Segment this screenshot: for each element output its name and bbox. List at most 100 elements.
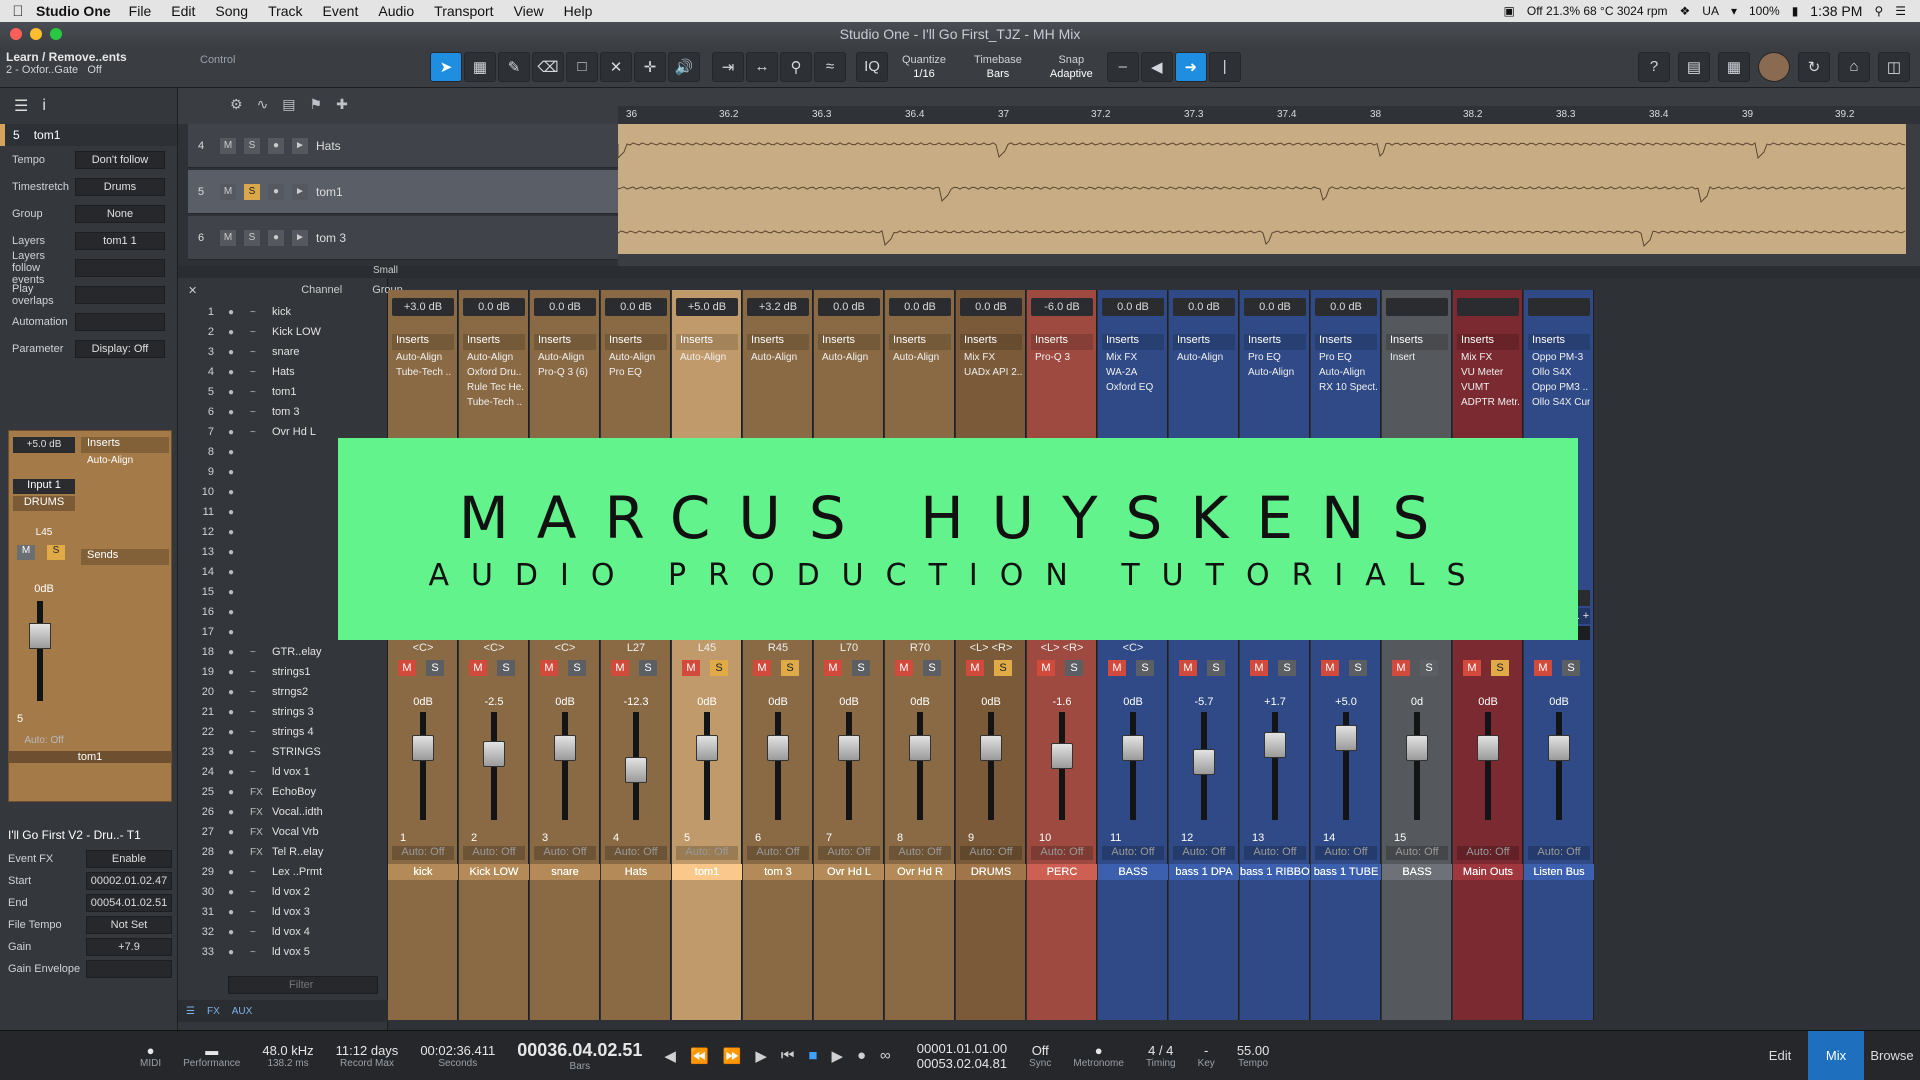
automation-mode[interactable]: Auto: Off: [534, 846, 596, 860]
info-icon[interactable]: i: [42, 97, 46, 115]
mute-button[interactable]: M: [895, 660, 913, 676]
automation-mode[interactable]: Auto: Off: [1244, 846, 1306, 860]
fader-cap[interactable]: [412, 735, 434, 761]
channel-list-item[interactable]: 5 ● ~ tom1: [178, 382, 387, 402]
insert-plugin[interactable]: Pro-Q 3 (6): [534, 367, 596, 382]
channel-list-item[interactable]: 28 ● FX Tel R..elay: [178, 842, 387, 862]
fader-cap[interactable]: [696, 735, 718, 761]
input-gain[interactable]: 0.0 dB: [1173, 298, 1235, 316]
snap-control[interactable]: Snap Adaptive: [1050, 54, 1093, 80]
fader-cap[interactable]: [554, 735, 576, 761]
insert-plugin[interactable]: Auto-Align: [392, 352, 454, 367]
channel-list-item[interactable]: 25 ● FX EchoBoy: [178, 782, 387, 802]
inserts-header[interactable]: Inserts: [605, 334, 667, 350]
insert-plugin[interactable]: Rule Tec He..: [463, 382, 525, 397]
insert-plugin[interactable]: UADx API 2..: [960, 367, 1022, 382]
range-tool-icon[interactable]: ▦: [464, 51, 496, 82]
eraser-tool-icon[interactable]: ⌫: [532, 51, 564, 82]
input-gain[interactable]: +3.2 dB: [747, 298, 809, 316]
event-row-value[interactable]: 00054.01.02.51: [86, 894, 172, 912]
loop-icon[interactable]: ∞: [880, 1047, 891, 1065]
minimize-icon[interactable]: [30, 28, 42, 40]
event-row-value[interactable]: [86, 960, 172, 978]
aux-toggle[interactable]: AUX: [232, 1006, 253, 1017]
channel-visibility-icon[interactable]: ●: [228, 667, 250, 678]
strip-fader-cap[interactable]: [29, 623, 51, 649]
quantize-control[interactable]: Quantize 1/16: [902, 54, 946, 80]
insert-plugin[interactable]: ADPTR Metr..: [1457, 397, 1519, 412]
strip-auto[interactable]: Auto: Off: [13, 735, 75, 746]
channel-visibility-icon[interactable]: ●: [228, 447, 250, 458]
channel-visibility-icon[interactable]: ●: [228, 727, 250, 738]
channel-visibility-icon[interactable]: ●: [228, 427, 250, 438]
dropbox-icon[interactable]: ❖: [1680, 4, 1691, 18]
insert-plugin[interactable]: VU Meter: [1457, 367, 1519, 382]
inspector-row-value[interactable]: None: [75, 204, 165, 223]
event-row-value[interactable]: 00002.01.02.47: [86, 872, 172, 890]
channel-visibility-icon[interactable]: ●: [228, 467, 250, 478]
snap-cursor-icon[interactable]: |: [1208, 51, 1241, 82]
channel-visibility-icon[interactable]: ●: [228, 787, 250, 798]
inserts-header[interactable]: Inserts: [1528, 334, 1590, 350]
track-solo-button[interactable]: S: [244, 183, 260, 200]
volume-fader[interactable]: [1396, 712, 1440, 824]
menu-edit[interactable]: Edit: [171, 3, 195, 19]
inserts-header[interactable]: Inserts: [818, 334, 880, 350]
channel-visibility-icon[interactable]: ●: [228, 767, 250, 778]
channel-name[interactable]: BASS: [1098, 864, 1168, 880]
insert-plugin[interactable]: RX 10 Spect..: [1315, 382, 1377, 397]
automation-mode[interactable]: Auto: Off: [747, 846, 809, 860]
mute-button[interactable]: M: [753, 660, 771, 676]
channel-list-item[interactable]: 22 ● ~ strings 4: [178, 722, 387, 742]
channel-visibility-icon[interactable]: ●: [228, 827, 250, 838]
insert-plugin[interactable]: Auto-Align: [676, 352, 738, 367]
strip-mute-button[interactable]: M: [17, 545, 35, 560]
insert-plugin[interactable]: Oppo PM3 ..: [1528, 382, 1590, 397]
channel-visibility-icon[interactable]: ●: [228, 647, 250, 658]
fader-cap[interactable]: [838, 735, 860, 761]
stretch-icon[interactable]: ↔: [746, 51, 778, 82]
menu-file[interactable]: File: [129, 3, 152, 19]
channel-visibility-icon[interactable]: ●: [228, 527, 250, 538]
inspector-row-value[interactable]: [75, 285, 165, 304]
wrench-icon[interactable]: ⚙: [230, 96, 243, 113]
solo-button[interactable]: S: [1491, 660, 1509, 676]
snap-icon[interactable]: ⇥: [712, 51, 744, 82]
strip-dest[interactable]: DRUMS: [13, 496, 75, 511]
insert-plugin[interactable]: Mix FX: [1102, 352, 1164, 367]
track-row-name[interactable]: tom 3: [316, 231, 346, 245]
channel-name[interactable]: tom1: [672, 864, 742, 880]
channel-list-item[interactable]: 18 ● ~ GTR..elay: [178, 642, 387, 662]
channel-name[interactable]: Kick LOW: [459, 864, 529, 880]
solo-button[interactable]: S: [568, 660, 586, 676]
solo-button[interactable]: S: [1136, 660, 1154, 676]
channel-visibility-icon[interactable]: ●: [228, 367, 250, 378]
insert-plugin[interactable]: Oxford Dru..: [463, 367, 525, 382]
wifi-icon[interactable]: ▾: [1731, 4, 1737, 18]
insert-plugin[interactable]: Auto-Align: [1315, 367, 1377, 382]
solo-button[interactable]: S: [639, 660, 657, 676]
automation-mode[interactable]: Auto: Off: [1315, 846, 1377, 860]
insert-plugin[interactable]: Tube-Tech ..: [463, 397, 525, 412]
volume-fader[interactable]: [544, 712, 588, 824]
time-signature[interactable]: 4 / 4 Timing: [1146, 1043, 1176, 1069]
tab-mix[interactable]: Mix: [1808, 1030, 1864, 1080]
timebase-control[interactable]: Timebase Bars: [974, 54, 1022, 80]
forward-icon[interactable]: ⏩: [723, 1047, 742, 1065]
channel-visibility-icon[interactable]: ●: [228, 607, 250, 618]
automation-icon[interactable]: ∿: [257, 96, 269, 113]
clock[interactable]: 1:38 PM: [1810, 3, 1862, 19]
volume-fader[interactable]: [757, 712, 801, 824]
solo-button[interactable]: S: [1562, 660, 1580, 676]
insert-plugin[interactable]: Mix FX: [1457, 352, 1519, 367]
volume-fader[interactable]: [1112, 712, 1156, 824]
snap-right-icon[interactable]: ➜: [1174, 51, 1207, 82]
solo-button[interactable]: S: [781, 660, 799, 676]
channel-list-item[interactable]: 29 ● ~ Lex ..Prmt: [178, 862, 387, 882]
mute-button[interactable]: M: [540, 660, 558, 676]
solo-button[interactable]: S: [1207, 660, 1225, 676]
event-fx-enable[interactable]: Enable: [86, 850, 172, 868]
loop-range[interactable]: 00001.01.01.00 00053.02.04.81: [917, 1041, 1007, 1071]
inserts-header[interactable]: Inserts: [747, 334, 809, 350]
inserts-header[interactable]: Inserts: [1457, 334, 1519, 350]
